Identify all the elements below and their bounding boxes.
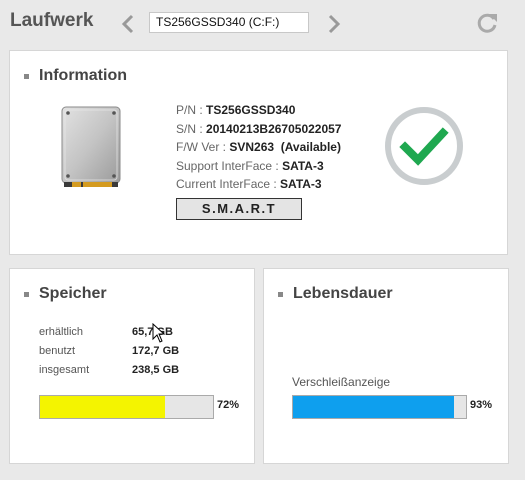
storage-usage-percent: 72%	[217, 399, 240, 411]
info-label: Support InterFace :	[176, 158, 283, 173]
storage-row-used: benutzt 172,7 GB	[39, 341, 179, 360]
chevron-right-icon[interactable]	[326, 13, 342, 35]
info-value: SVN263 (Available)	[229, 140, 341, 154]
bullet-icon	[24, 73, 29, 79]
check-circle-icon	[385, 107, 463, 185]
info-row-support-interface: Support InterFace : SATA-3	[176, 157, 341, 176]
info-value: TS256GSSD340	[206, 103, 296, 117]
wear-indicator-percent: 93%	[470, 399, 493, 411]
info-row-pn: P/N : TS256GSSD340	[176, 101, 341, 120]
storage-label: benutzt	[39, 344, 76, 357]
storage-value: 238,5 GB	[132, 363, 180, 376]
chevron-left-icon[interactable]	[120, 13, 136, 35]
storage-value: 172,7 GB	[132, 344, 180, 357]
header: Laufwerk TS256GSSD340 (C:F:)	[0, 0, 525, 46]
drive-info-list: P/N : TS256GSSD340 S/N : 20140213B267050…	[176, 101, 341, 194]
info-label: Current InterFace :	[176, 177, 281, 191]
bullet-icon	[24, 291, 29, 297]
storage-label: insgesamt	[39, 363, 90, 376]
page-title: Laufwerk	[10, 10, 94, 31]
wear-indicator-label: Verschleißanzeige	[292, 375, 391, 389]
information-header: Information	[24, 67, 127, 85]
smart-button[interactable]: S.M.A.R.T	[176, 198, 302, 220]
info-row-current-interface: Current InterFace : SATA-3	[176, 175, 341, 194]
info-row-firmware: F/W Ver : SVN263 (Available)	[176, 138, 341, 157]
info-label: F/W Ver :	[176, 140, 230, 154]
wear-indicator-bar	[292, 395, 467, 419]
info-value: SATA-3	[282, 158, 324, 173]
information-title: Information	[39, 67, 127, 84]
information-panel: Information P/N : TS256GSSD340 S/N : 201…	[9, 50, 508, 255]
storage-panel: Speicher erhältlich 65,7 GB benutzt 172,…	[9, 268, 255, 464]
info-label: S/N :	[176, 121, 207, 136]
storage-title: Speicher	[39, 285, 107, 302]
bullet-icon	[278, 291, 283, 297]
mouse-cursor-icon	[152, 323, 166, 343]
lifespan-header: Lebensdauer	[278, 285, 393, 303]
drive-selector[interactable]: TS256GSSD340 (C:F:)	[149, 12, 309, 33]
ssd-drive-icon	[61, 106, 121, 187]
refresh-icon[interactable]	[475, 11, 499, 35]
lifespan-panel: Lebensdauer Verschleißanzeige 93%	[263, 268, 509, 464]
info-label: P/N :	[176, 103, 207, 117]
storage-row-total: insgesamt 238,5 GB	[39, 360, 179, 379]
storage-usage-fill	[40, 396, 165, 418]
wear-indicator-fill	[293, 396, 454, 418]
info-row-sn: S/N : 20140213B26705022057	[176, 120, 341, 139]
storage-header: Speicher	[24, 285, 107, 303]
info-value: SATA-3	[280, 177, 322, 191]
info-value: 20140213B26705022057	[206, 121, 342, 136]
storage-label: erhältlich	[39, 325, 84, 338]
lifespan-title: Lebensdauer	[293, 285, 393, 302]
storage-usage-bar	[39, 395, 214, 419]
